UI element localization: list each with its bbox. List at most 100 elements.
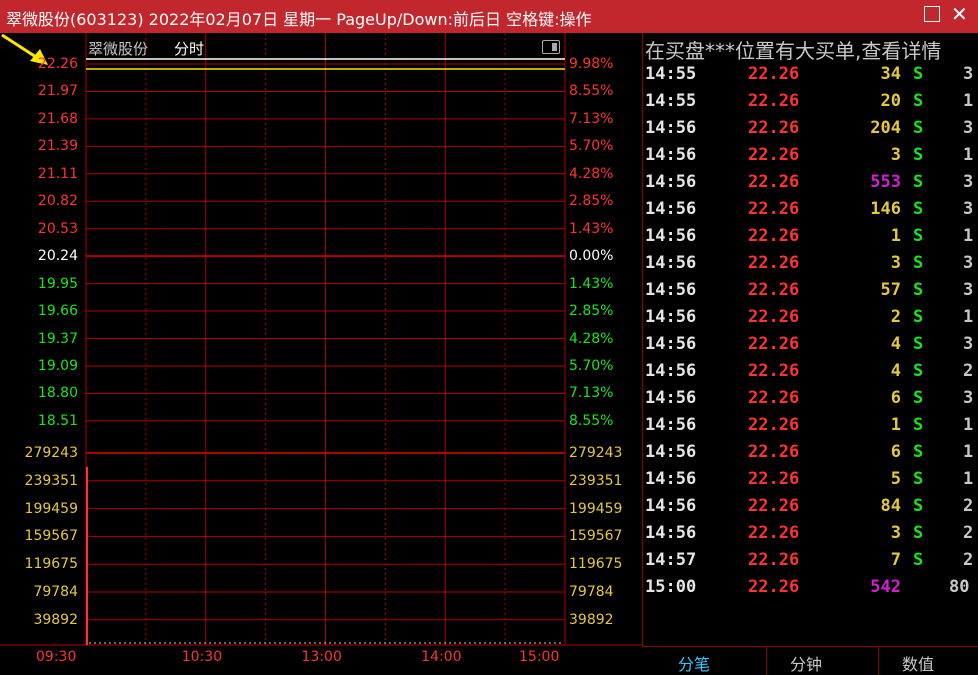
tick-row[interactable]: 14:55 22.26 20 S 1 — [643, 91, 978, 118]
panel-toggle-icon[interactable] — [542, 40, 560, 54]
intraday-chart[interactable]: 翠微股份 分时 22.26 9.98% 21.97 8.55% 21.68 7.13% 21… — [0, 33, 642, 675]
tick-volume: 1 — [890, 415, 901, 435]
tick-volume: 4 — [890, 361, 901, 381]
volume-tick-label: 279243 — [24, 445, 78, 461]
tick-row[interactable]: 14:56 22.26 6 S 1 — [643, 442, 978, 469]
tick-price: 22.26 — [748, 415, 800, 435]
tick-list-panel[interactable]: 在买盘***位置有大买单,查看详情 14:55 22.26 34 S 3 14:55 22.… — [642, 33, 978, 646]
view-label[interactable]: 分时 — [174, 38, 204, 59]
stock-name: 翠微股份 — [88, 40, 149, 58]
tick-side: S — [913, 334, 924, 354]
time-tick-label: 13:00 — [301, 649, 342, 665]
tick-volume: 3 — [890, 145, 901, 165]
tick-price: 22.26 — [748, 577, 800, 597]
tick-price: 22.26 — [748, 91, 800, 111]
tick-side: S — [913, 469, 924, 489]
percent-tick-label: 5.70% — [569, 357, 614, 374]
percent-tick-label: 4.28% — [569, 330, 614, 347]
tick-row[interactable]: 14:56 22.26 3 S 3 — [643, 253, 978, 280]
tick-volume: 542 — [870, 577, 901, 597]
price-tick-label: 20.53 — [37, 220, 78, 237]
maximize-icon[interactable] — [924, 6, 940, 22]
tick-count: 2 — [963, 550, 974, 570]
price-tick-label: 19.09 — [37, 357, 78, 374]
tick-time: 14:56 — [645, 469, 697, 489]
tick-row[interactable]: 14:56 22.26 84 S 2 — [643, 496, 978, 523]
tick-volume: 2 — [890, 307, 901, 327]
large-order-banner[interactable]: 在买盘***位置有大买单,查看详情 — [645, 35, 941, 64]
tick-row[interactable]: 14:56 22.26 6 S 3 — [643, 388, 978, 415]
tick-volume: 146 — [870, 199, 901, 219]
tick-side: S — [913, 361, 924, 381]
tick-count: 3 — [963, 172, 974, 192]
tick-price: 22.26 — [748, 523, 800, 543]
tick-count: 1 — [963, 469, 974, 489]
tab-divider — [766, 647, 767, 675]
tick-time: 14:56 — [645, 145, 697, 165]
tick-row[interactable]: 14:56 22.26 4 S 3 — [643, 334, 978, 361]
volume-tick-label: 199459 — [24, 500, 78, 517]
percent-tick-label: 4.28% — [569, 165, 614, 182]
tick-time: 15:00 — [645, 577, 697, 597]
volume-tick-label: 159567 — [569, 528, 623, 545]
tick-row[interactable]: 14:56 22.26 2 S 1 — [643, 307, 978, 334]
tick-time: 14:56 — [645, 388, 697, 408]
percent-tick-label: 0.00% — [569, 248, 614, 265]
percent-tick-label: 7.13% — [569, 110, 614, 127]
price-tick-label: 22.26 — [37, 56, 78, 72]
tick-price: 22.26 — [748, 118, 800, 138]
tick-side: S — [913, 496, 924, 516]
tab-minutes[interactable]: 分钟 — [790, 651, 822, 675]
tick-row[interactable]: 14:55 22.26 34 S 3 — [643, 64, 978, 91]
tick-price: 22.26 — [748, 442, 800, 462]
tick-row[interactable]: 14:56 22.26 1 S 1 — [643, 415, 978, 442]
tick-row[interactable]: 14:56 22.26 57 S 3 — [643, 280, 978, 307]
tick-side: S — [913, 442, 924, 462]
tick-row[interactable]: 15:00 22.26 542 80 — [643, 577, 978, 604]
tick-row[interactable]: 14:56 22.26 146 S 3 — [643, 199, 978, 226]
close-icon[interactable]: ✕ — [951, 2, 968, 26]
tick-side: S — [913, 199, 924, 219]
tick-price: 22.26 — [748, 226, 800, 246]
tick-price: 22.26 — [748, 172, 800, 192]
tick-side: S — [913, 415, 924, 435]
tick-volume: 553 — [870, 172, 901, 192]
tab-divider — [878, 647, 879, 675]
tick-row[interactable]: 14:56 22.26 4 S 2 — [643, 361, 978, 388]
chart-canvas — [0, 33, 642, 646]
tick-row[interactable]: 14:56 22.26 3 S 2 — [643, 523, 978, 550]
percent-tick-label: 8.55% — [569, 412, 614, 429]
price-tick-label: 21.39 — [37, 138, 78, 155]
tick-time: 14:56 — [645, 361, 697, 381]
tick-time: 14:56 — [645, 172, 697, 192]
tick-time: 14:56 — [645, 253, 697, 273]
tick-row[interactable]: 14:56 22.26 3 S 1 — [643, 145, 978, 172]
price-tick-label: 21.11 — [37, 165, 78, 182]
tick-count: 2 — [963, 496, 974, 516]
tick-count: 80 — [949, 577, 970, 597]
tick-row[interactable]: 14:57 22.26 7 S 2 — [643, 550, 978, 577]
time-tick-label: 09:30 — [36, 649, 77, 665]
volume-tick-label: 39892 — [569, 611, 614, 628]
tick-count: 3 — [963, 253, 974, 273]
tick-row[interactable]: 14:56 22.26 204 S 3 — [643, 118, 978, 145]
volume-tick-label: 79784 — [33, 584, 78, 600]
tick-count: 3 — [963, 280, 974, 300]
tick-count: 1 — [963, 307, 974, 327]
price-tick-label: 18.51 — [37, 412, 78, 429]
tick-count: 3 — [963, 334, 974, 354]
price-tick-label: 20.24 — [37, 248, 78, 265]
tick-price: 22.26 — [748, 199, 800, 219]
volume-tick-label: 199459 — [569, 500, 623, 517]
tab-ticks[interactable]: 分笔 — [678, 651, 710, 675]
tick-row[interactable]: 14:56 22.26 553 S 3 — [643, 172, 978, 199]
tick-price: 22.26 — [748, 550, 800, 570]
tick-time: 14:56 — [645, 280, 697, 300]
price-tick-label: 19.37 — [37, 330, 78, 347]
time-tick-label: 14:00 — [421, 649, 462, 665]
tab-values[interactable]: 数值 — [902, 651, 934, 675]
tick-side: S — [913, 253, 924, 273]
tick-volume: 1 — [890, 226, 901, 246]
tick-row[interactable]: 14:56 22.26 5 S 1 — [643, 469, 978, 496]
tick-row[interactable]: 14:56 22.26 1 S 1 — [643, 226, 978, 253]
